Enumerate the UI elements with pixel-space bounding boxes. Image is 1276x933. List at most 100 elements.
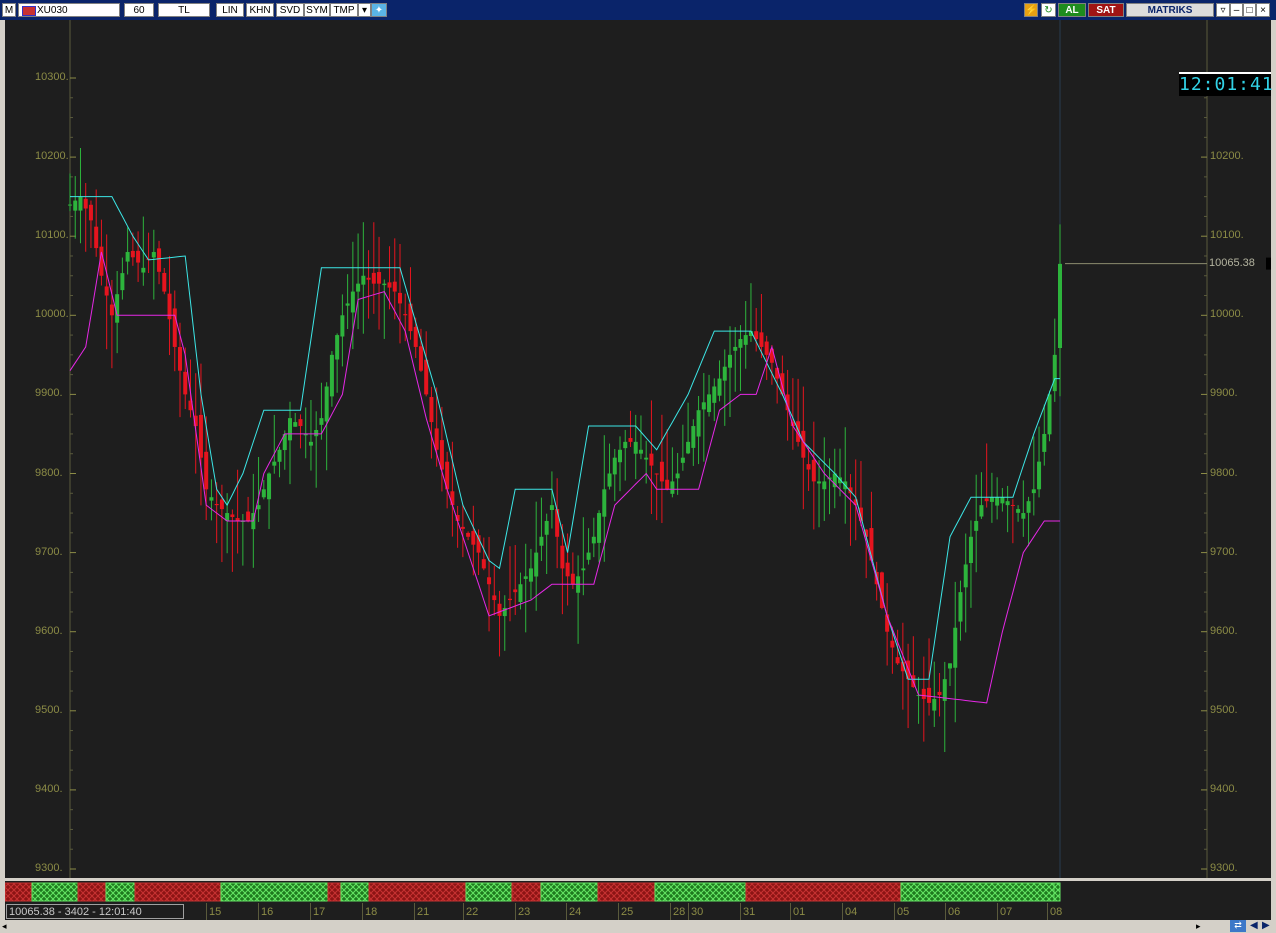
- candle-body: [413, 326, 418, 347]
- minimize-icon[interactable]: –: [1230, 3, 1243, 17]
- candle-body: [597, 513, 602, 543]
- candle-body: [1026, 501, 1031, 513]
- candle-body: [172, 308, 177, 347]
- candle-body: [1037, 461, 1042, 490]
- y-tick-label-right: 9300.: [1210, 862, 1238, 874]
- toolbar-button-khn[interactable]: KHN: [246, 3, 274, 17]
- x-tick: [258, 903, 259, 920]
- candle-body: [356, 283, 361, 292]
- x-tick-label: 18: [365, 906, 378, 918]
- x-tick-label: 16: [261, 906, 274, 918]
- candle-body: [895, 657, 900, 664]
- horizontal-scrollbar[interactable]: ◂ ▸ ⇄ ◀ ▶: [0, 920, 1276, 933]
- x-tick: [515, 903, 516, 920]
- nav-right-icon[interactable]: ▶: [1262, 920, 1270, 931]
- candle-body: [707, 394, 712, 413]
- candle-body: [1021, 513, 1026, 519]
- currency-field[interactable]: TL: [158, 3, 210, 17]
- candle-body: [162, 272, 167, 292]
- candle-body: [649, 453, 654, 466]
- candle-body: [811, 459, 816, 482]
- price-chart[interactable]: [5, 20, 1271, 878]
- x-tick: [310, 903, 311, 920]
- y-tick-label-right: 10100.: [1210, 229, 1244, 242]
- sell-button[interactable]: SAT: [1088, 3, 1124, 17]
- bear-segment: [77, 882, 107, 902]
- candle-body: [109, 304, 114, 316]
- candle-body: [88, 204, 93, 221]
- bull-segment: [31, 882, 79, 902]
- close-icon[interactable]: ×: [1256, 3, 1270, 17]
- toolbar-button-sym[interactable]: SYM: [304, 3, 330, 17]
- candle-body: [607, 473, 612, 487]
- refresh-icon[interactable]: ↻: [1041, 3, 1056, 17]
- candle-body: [329, 354, 334, 397]
- toolbar-button-svd[interactable]: SVD: [276, 3, 304, 17]
- candle-body: [927, 687, 932, 703]
- bear-segment: [134, 882, 222, 902]
- scroll-left-icon[interactable]: ◂: [2, 921, 7, 932]
- symbol-field[interactable]: XU030: [18, 3, 120, 17]
- candle-body: [471, 531, 476, 545]
- candle-body: [921, 688, 926, 699]
- candle-body: [654, 473, 659, 475]
- sync-icon[interactable]: ⇄: [1230, 920, 1246, 932]
- buy-button[interactable]: AL: [1058, 3, 1086, 17]
- menu-m-button[interactable]: M: [2, 3, 16, 17]
- candle-body: [141, 267, 146, 273]
- x-tick-label: 15: [209, 906, 222, 918]
- candle-body: [314, 429, 319, 437]
- dropdown-arrow-icon[interactable]: ▾: [358, 3, 371, 17]
- candle-body: [633, 441, 638, 454]
- candle-body: [974, 520, 979, 531]
- x-tick: [206, 903, 207, 920]
- candle-body: [686, 441, 691, 454]
- x-tick: [688, 903, 689, 920]
- candle-body: [398, 292, 402, 304]
- clock-display: 12:01:41: [1179, 72, 1274, 96]
- y-tick-label: 9300.: [35, 862, 63, 874]
- x-tick: [1047, 903, 1048, 920]
- y-tick-label: 9900.: [35, 387, 63, 400]
- scroll-right-icon[interactable]: ▸: [1196, 921, 1201, 932]
- candle-body: [644, 457, 649, 460]
- candle-body: [659, 461, 664, 482]
- lower_band-line: [69, 251, 1060, 704]
- candle-body: [198, 414, 203, 458]
- period-field[interactable]: 60: [124, 3, 154, 17]
- x-tick-label: 17: [313, 906, 326, 918]
- candle-body: [602, 489, 607, 517]
- candle-body: [1058, 263, 1062, 348]
- candle-body: [555, 509, 560, 537]
- candle-body: [560, 545, 565, 569]
- candle-body: [288, 418, 292, 441]
- toolbar-button-tmp[interactable]: TMP: [330, 3, 358, 17]
- candle-body: [518, 584, 523, 602]
- x-tick-label: 01: [793, 906, 806, 918]
- x-tick-label: 08: [1050, 906, 1063, 918]
- y-tick-label: 9700.: [35, 545, 63, 558]
- bear-segment: [511, 882, 542, 902]
- collapse-icon[interactable]: ▿: [1216, 3, 1230, 17]
- x-tick-label: 25: [621, 906, 634, 918]
- bull-segment: [220, 882, 329, 902]
- nav-left-icon[interactable]: ◀: [1250, 920, 1258, 931]
- candle-body: [738, 339, 743, 348]
- bear-segment: [745, 882, 902, 902]
- lightning-icon[interactable]: ⚡: [1024, 3, 1038, 17]
- bull-segment: [654, 882, 747, 902]
- candle-body: [267, 473, 272, 500]
- toolbar-button-lin[interactable]: LIN: [216, 3, 244, 17]
- y-tick-label-right: 9800.: [1210, 466, 1238, 479]
- candle-body: [995, 497, 1000, 506]
- x-axis: 15 16 17 18 21 22 23 24 25 28 30 31 01 04 05 06 07 08: [5, 903, 1271, 920]
- candle-body: [450, 491, 455, 506]
- maximize-icon[interactable]: □: [1243, 3, 1256, 17]
- twitter-icon[interactable]: ✦: [371, 3, 387, 17]
- candle-body: [1000, 497, 1005, 504]
- y-tick-label-right: 9400.: [1210, 782, 1238, 795]
- y-tick-label: 9400.: [35, 782, 63, 795]
- trend-strip: [4, 881, 1271, 903]
- candle-body: [717, 378, 722, 396]
- y-tick-label: 9600.: [35, 624, 63, 637]
